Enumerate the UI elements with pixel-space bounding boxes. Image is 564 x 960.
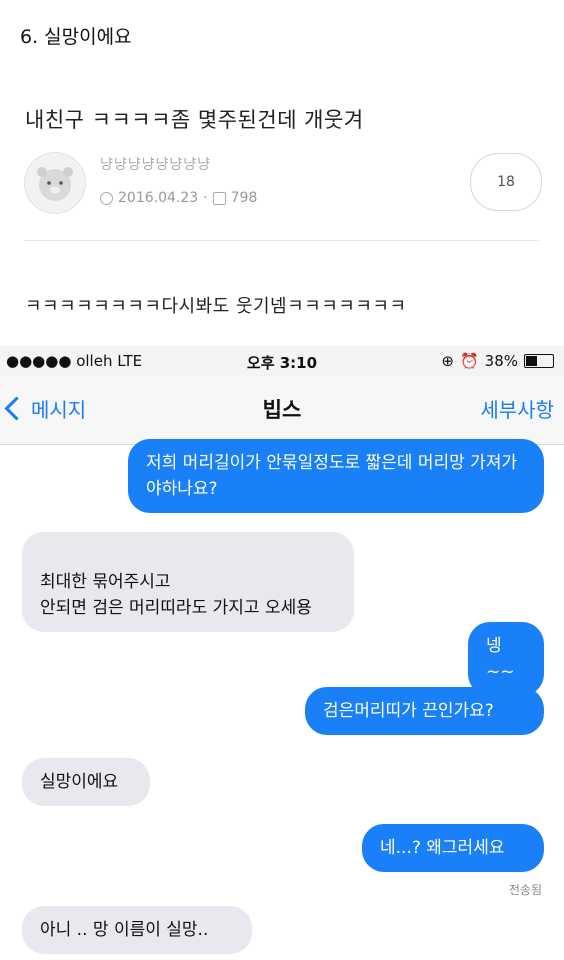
battery-icon	[524, 354, 554, 368]
message-bubble[interactable]: 네...? 왜그러세요	[362, 824, 544, 872]
conversation-title: 빕스	[262, 398, 302, 422]
message-text: 아니 .. 망 이름이 실망..	[40, 920, 209, 940]
delivered-status: 전송됨	[508, 883, 542, 897]
post-number-heading: 6. 실망이에요	[20, 26, 132, 48]
message-screenshot: ●●●●● olleh LTE 오후 3:10 ⊕ ⏰ 38% 메시지 빕스 세…	[0, 346, 564, 960]
message-text: 저희 머리길이가 안묶일정도로 짧은데 머리망 가져가야하나요?	[146, 453, 518, 499]
alarm-icon: ⏰	[459, 352, 479, 370]
message-text: 검은머리띠가 끈인가요?	[323, 701, 494, 721]
message-bubble[interactable]: 아니 .. 망 이름이 실망..	[22, 906, 252, 954]
message-bubble[interactable]: 최대한 묶어주시고 안되면 검은 머리띠라도 가지고 오세용	[22, 532, 354, 632]
divider	[24, 240, 540, 241]
clock-icon	[100, 191, 113, 205]
status-right: ⊕ ⏰ 38%	[441, 352, 554, 370]
rotation-lock-icon: ⊕	[441, 352, 454, 370]
meta-separator: ·	[203, 190, 208, 206]
bear-face-icon	[37, 167, 73, 201]
message-text: 실망이에요	[40, 772, 119, 792]
battery-percent: 38%	[484, 352, 518, 370]
message-text: 최대한 묶어주시고 안되면 검은 머리띠라도 가지고 오세용	[40, 572, 312, 618]
message-text: 넹~~	[486, 636, 515, 682]
message-text: 네...? 왜그러세요	[380, 838, 505, 858]
post-date: 2016.04.23	[118, 190, 199, 206]
details-button[interactable]: 세부사항	[480, 394, 554, 423]
message-bubble[interactable]: 검은머리띠가 끈인가요?	[305, 687, 544, 735]
document-icon	[212, 191, 226, 205]
view-count: 798	[230, 190, 258, 206]
comment-count-button[interactable]: 18	[470, 153, 542, 211]
message-bubble[interactable]: 실망이에요	[22, 758, 150, 806]
post-meta: 2016.04.23 · 798	[100, 190, 257, 206]
post-title: 내친구 ㅋㅋㅋㅋ좀 몇주된건데 개웃겨	[25, 108, 364, 132]
status-bar: ●●●●● olleh LTE 오후 3:10 ⊕ ⏰ 38%	[0, 346, 564, 376]
post-body: ㅋㅋㅋㅋㅋㅋㅋㅋ다시봐도 웃기넴ㅋㅋㅋㅋㅋㅋㅋ	[25, 296, 407, 317]
message-bubble[interactable]: 저희 머리길이가 안묶일정도로 짧은데 머리망 가져가야하나요?	[128, 439, 544, 513]
conversation-nav-bar: 메시지 빕스 세부사항	[0, 376, 564, 445]
comment-count: 18	[497, 174, 515, 190]
author-name[interactable]: 냥냥냥냥냥냥냥냥	[100, 154, 211, 174]
avatar[interactable]	[24, 152, 86, 214]
message-bubble[interactable]: 넹~~	[468, 622, 544, 696]
